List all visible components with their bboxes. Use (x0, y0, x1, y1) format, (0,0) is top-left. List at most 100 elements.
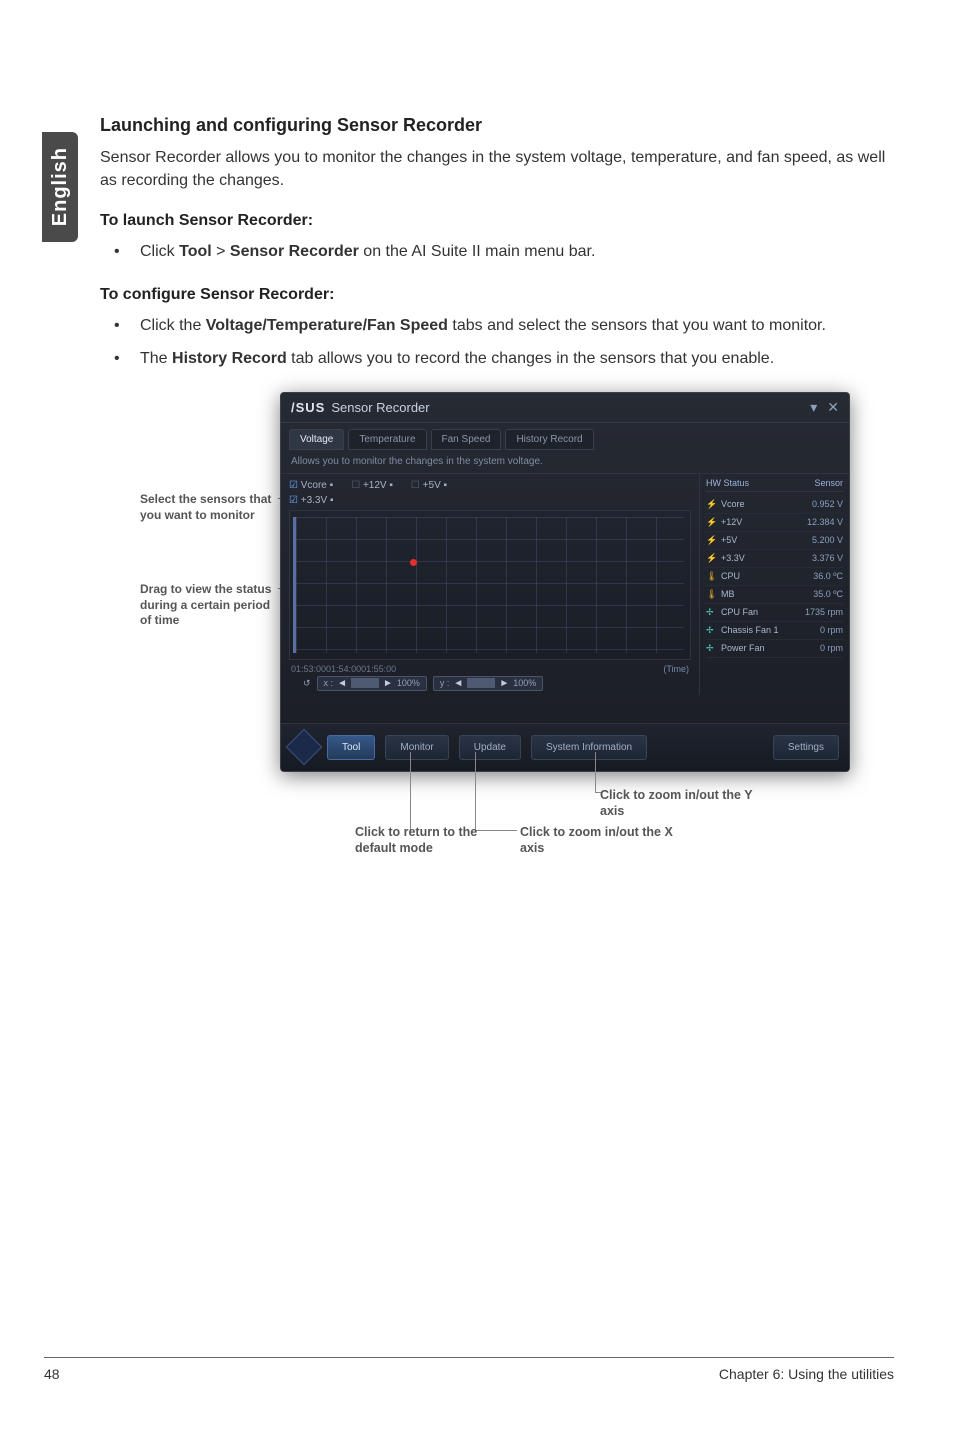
volt-icon: ⚡ (706, 553, 718, 564)
reset-zoom-icon[interactable]: ↺ (303, 678, 311, 689)
text: tab allows you to record the changes in … (287, 350, 774, 367)
tabs-bold: Voltage/Temperature/Fan Speed (206, 317, 448, 334)
launch-heading: To launch Sensor Recorder: (100, 212, 890, 230)
status-name: MB (718, 589, 813, 600)
fan-icon: ✢ (706, 625, 718, 636)
page-footer: 48 Chapter 6: Using the utilities (44, 1357, 894, 1382)
status-name: CPU (718, 571, 813, 582)
fan-icon: ✢ (706, 643, 718, 654)
configure-item-2: The History Record tab allows you to rec… (100, 347, 890, 370)
monitor-button[interactable]: Monitor (385, 735, 448, 760)
callout-line (475, 752, 476, 830)
status-name: +5V (718, 535, 812, 546)
zoom-y-level (467, 678, 495, 688)
tab-voltage[interactable]: Voltage (289, 429, 344, 450)
system-info-button[interactable]: System Information (531, 735, 647, 760)
history-record-bold: History Record (172, 350, 287, 367)
status-value: 5.200 V (812, 535, 843, 546)
status-name: +3.3V (718, 553, 812, 564)
zoom-controls: ↺ x : ◄ ► 100% y : ◄ ► (289, 676, 691, 691)
temp-icon: 🌡 (706, 571, 718, 582)
intro-paragraph: Sensor Recorder allows you to monitor th… (100, 146, 890, 192)
zoom-y-control[interactable]: y : ◄ ► 100% (433, 676, 543, 691)
sensor-recorder-bold: Sensor Recorder (230, 243, 359, 260)
status-row: ✢Chassis Fan 10 rpm (706, 622, 843, 640)
status-value: 0 rpm (820, 625, 843, 636)
status-row: ⚡+12V12.384 V (706, 514, 843, 532)
zoom-x-level (351, 678, 379, 688)
zoom-x-value: 100% (397, 678, 420, 688)
zoom-x-in-icon[interactable]: ► (383, 678, 393, 689)
text: tabs and select the sensors that you wan… (448, 317, 826, 334)
configure-list: Click the Voltage/Temperature/Fan Speed … (100, 314, 890, 370)
time-tick: 01:55:00 (361, 664, 396, 674)
asus-badge-icon (286, 729, 323, 766)
volt-icon: ⚡ (706, 517, 718, 528)
tabs-row: Voltage Temperature Fan Speed History Re… (281, 423, 849, 450)
status-value: 36.0 ºC (813, 571, 843, 582)
status-value: 0.952 V (812, 499, 843, 510)
section-heading: Launching and configuring Sensor Recorde… (100, 115, 890, 136)
sensor-checkboxes-row2: +3.3V ▪ (289, 495, 691, 506)
text: > (212, 243, 230, 260)
volt-icon: ⚡ (706, 499, 718, 510)
zoom-y-value: 100% (513, 678, 536, 688)
fan-icon: ✢ (706, 607, 718, 618)
zoom-y-label: y : (440, 678, 450, 688)
time-axis: 01:53:00 01:54:00 01:55:00 (Time) (289, 664, 691, 676)
launch-list: Click Tool > Sensor Recorder on the AI S… (100, 240, 890, 263)
tool-button[interactable]: Tool (327, 735, 375, 760)
check-12v[interactable]: +12V ▪ (351, 480, 393, 491)
titlebar: /SUS Sensor Recorder ▾ ✕ (281, 393, 849, 423)
chart-area: Vcore ▪ +12V ▪ +5V ▪ +3.3V ▪ 01:53:00 01… (281, 474, 699, 695)
update-button[interactable]: Update (459, 735, 521, 760)
status-name: Chassis Fan 1 (718, 625, 820, 636)
status-name: +12V (718, 517, 807, 528)
callout-zoom-x: Click to zoom in/out the X axis (520, 824, 700, 857)
main-row: Vcore ▪ +12V ▪ +5V ▪ +3.3V ▪ 01:53:00 01… (281, 474, 849, 695)
status-panel: HW Status Sensor ⚡Vcore0.952 V ⚡+12V12.3… (699, 474, 849, 695)
status-name: Power Fan (718, 643, 820, 654)
screenshot-figure: Select the sensors that you want to moni… (100, 392, 890, 912)
configure-heading: To configure Sensor Recorder: (100, 286, 890, 304)
status-row: 🌡CPU36.0 ºC (706, 568, 843, 586)
zoom-y-in-icon[interactable]: ► (499, 678, 509, 689)
graph-slider[interactable] (293, 517, 296, 653)
status-row: 🌡MB35.0 ºC (706, 586, 843, 604)
status-row: ✢Power Fan0 rpm (706, 640, 843, 658)
status-row: ⚡Vcore0.952 V (706, 496, 843, 514)
status-row: ✢CPU Fan1735 rpm (706, 604, 843, 622)
configure-item-1: Click the Voltage/Temperature/Fan Speed … (100, 314, 890, 337)
tool-bold: Tool (179, 243, 212, 260)
minimize-icon[interactable]: ▾ (810, 399, 817, 416)
check-5v[interactable]: +5V ▪ (411, 480, 447, 491)
zoom-x-out-icon[interactable]: ◄ (337, 678, 347, 689)
sensor-recorder-window: /SUS Sensor Recorder ▾ ✕ Voltage Tempera… (280, 392, 850, 772)
tab-temperature[interactable]: Temperature (348, 429, 426, 450)
text: Click (140, 243, 179, 260)
time-tick: 01:54:00 (326, 664, 361, 674)
callout-zoom-y: Click to zoom in/out the Y axis (600, 787, 780, 820)
window-controls: ▾ ✕ (810, 399, 839, 416)
tab-fan-speed[interactable]: Fan Speed (431, 429, 502, 450)
close-icon[interactable]: ✕ (827, 399, 839, 416)
zoom-x-control[interactable]: x : ◄ ► 100% (317, 676, 427, 691)
status-value: 0 rpm (820, 643, 843, 654)
temp-icon: 🌡 (706, 589, 718, 600)
sensor-checkboxes: Vcore ▪ +12V ▪ +5V ▪ (289, 480, 691, 491)
status-row: ⚡+5V5.200 V (706, 532, 843, 550)
graph-marker (410, 559, 417, 566)
voltage-graph[interactable] (289, 510, 691, 660)
check-3v[interactable]: +3.3V ▪ (289, 495, 333, 506)
content-area: Launching and configuring Sensor Recorde… (100, 115, 890, 912)
status-name: Vcore (718, 499, 812, 510)
settings-button[interactable]: Settings (773, 735, 839, 760)
check-vcore[interactable]: Vcore ▪ (289, 480, 333, 491)
volt-icon: ⚡ (706, 535, 718, 546)
time-label: (Time) (663, 664, 689, 674)
tab-description: Allows you to monitor the changes in the… (281, 450, 849, 474)
tab-history-record[interactable]: History Record (505, 429, 593, 450)
status-row: ⚡+3.3V3.376 V (706, 550, 843, 568)
zoom-y-out-icon[interactable]: ◄ (453, 678, 463, 689)
status-header-right: Sensor (814, 478, 843, 488)
